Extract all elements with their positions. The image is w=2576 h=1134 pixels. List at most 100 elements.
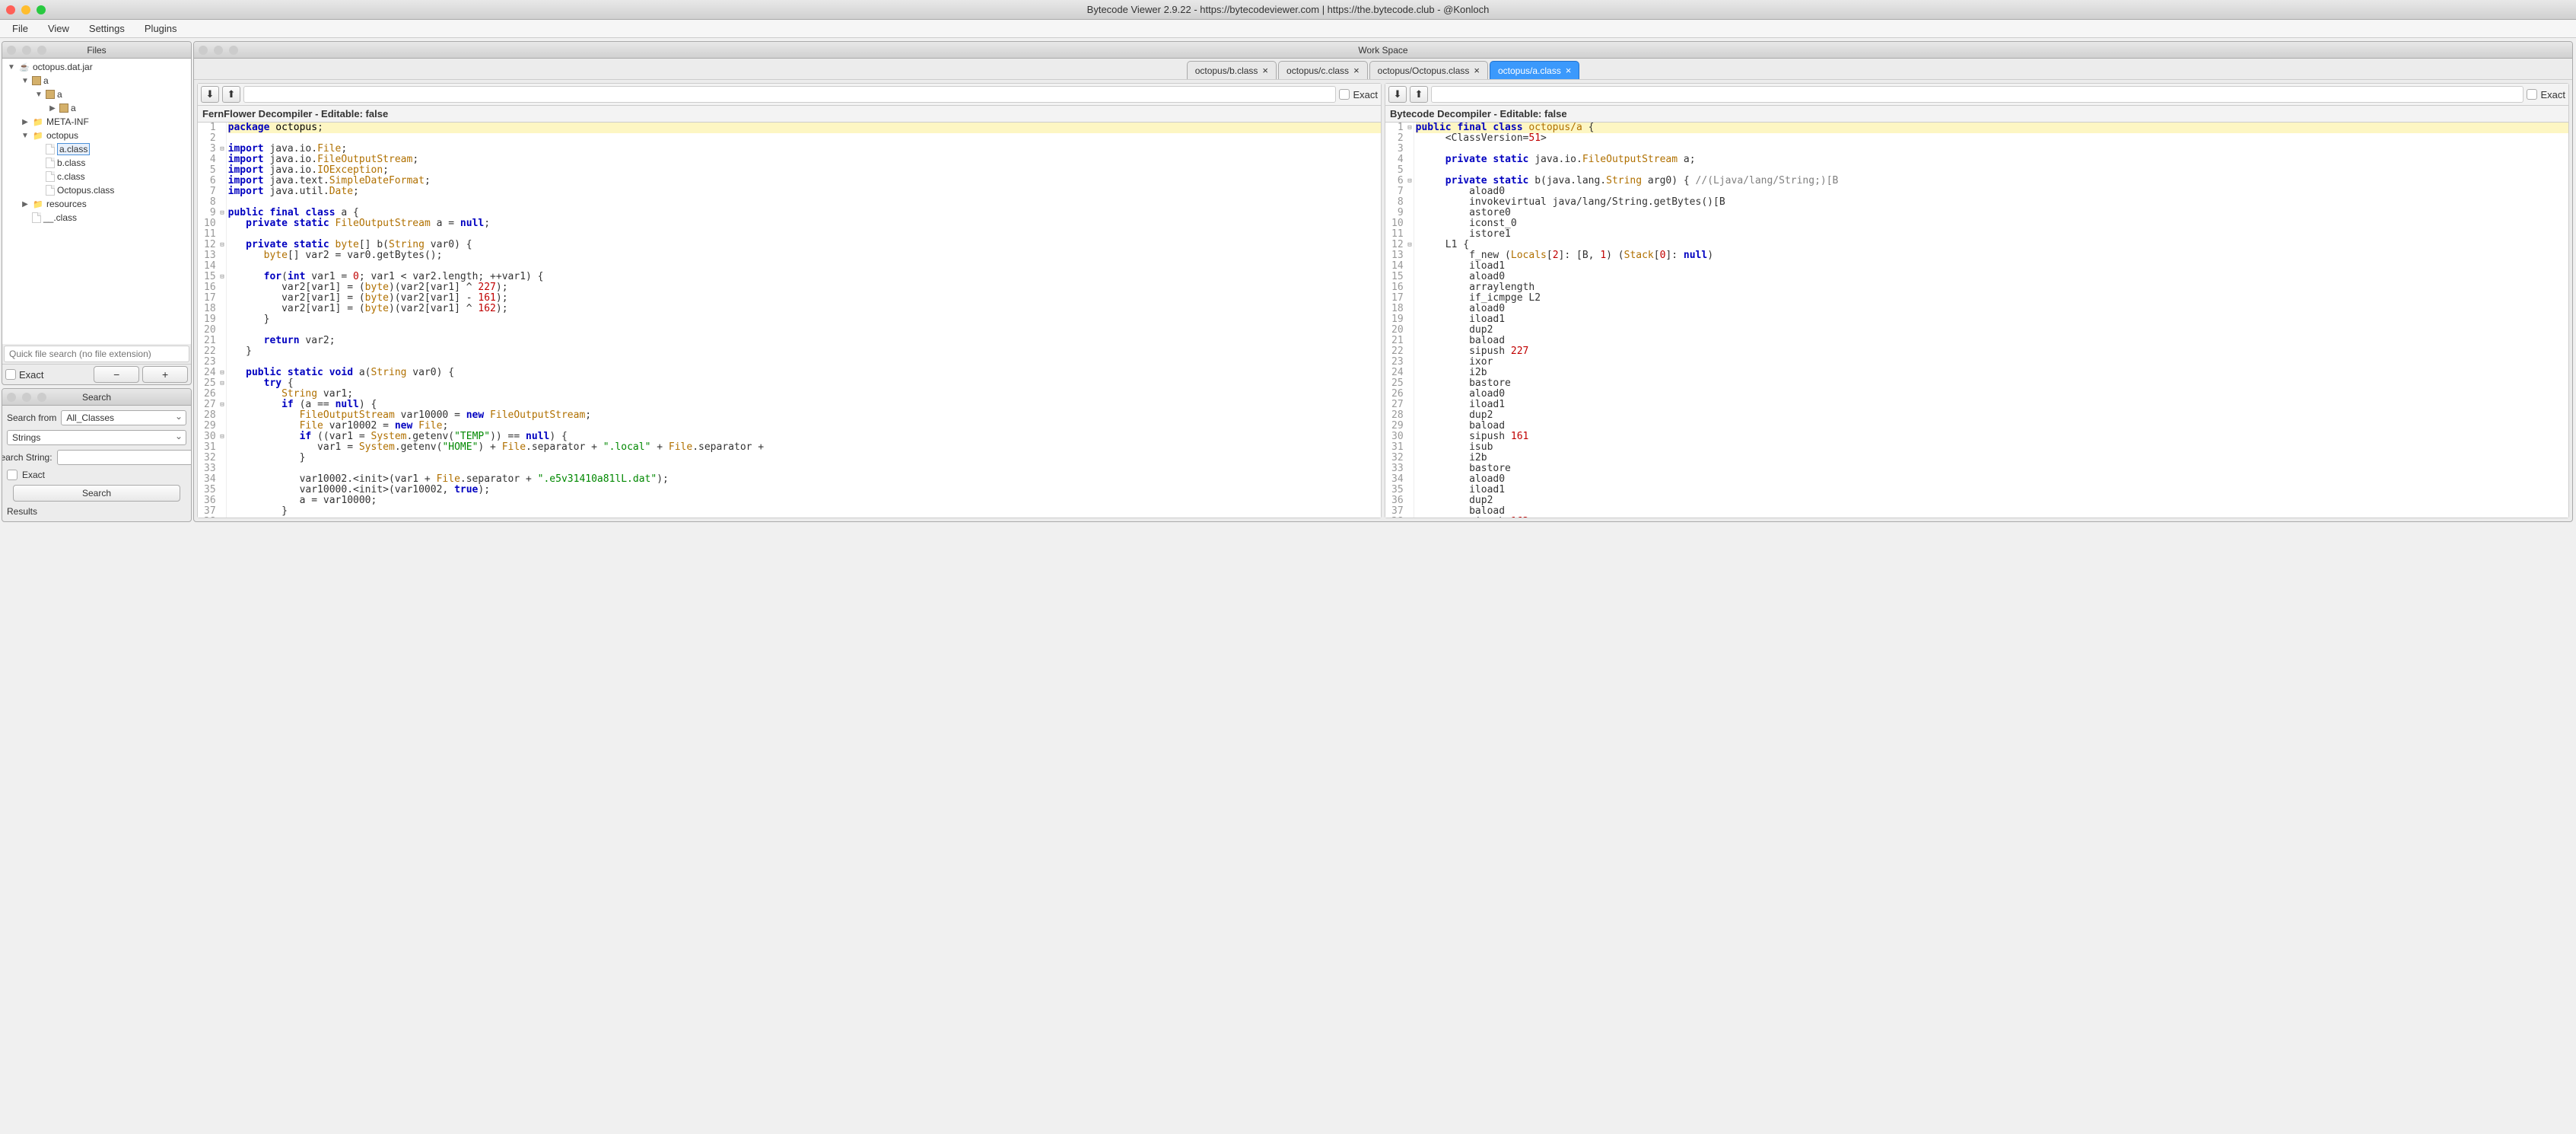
close-icon[interactable]: ×	[1353, 65, 1360, 76]
files-panel-close-button[interactable]	[7, 46, 16, 55]
search-from-label: Search from	[7, 413, 56, 423]
quick-file-search-input[interactable]	[4, 346, 189, 362]
close-window-button[interactable]	[6, 5, 15, 14]
folder-icon	[32, 198, 44, 210]
tree-toggle-icon[interactable]: ▼	[21, 77, 30, 85]
right-editor-panel: ⬇ ⬆ Exact Bytecode Decompiler - Editable…	[1385, 83, 2569, 518]
code-line: iconst_0	[1416, 218, 2568, 229]
editor-tab[interactable]: octopus/a.class×	[1490, 61, 1579, 79]
line-number: 7	[1391, 186, 1412, 197]
line-number: 17	[1391, 293, 1412, 304]
minimize-window-button[interactable]	[21, 5, 30, 14]
zoom-window-button[interactable]	[37, 5, 46, 14]
line-number: 26	[1391, 389, 1412, 400]
tree-toggle-icon[interactable]: ▶	[48, 104, 57, 113]
class-file-icon	[46, 185, 55, 196]
tree-toggle-icon[interactable]: ▼	[7, 63, 16, 72]
tree-collapse-button[interactable]: −	[94, 366, 139, 383]
left-code-area[interactable]: 123⊟456789⊟101112⊟131415⊟161718192021222…	[198, 123, 1381, 518]
menu-file[interactable]: File	[3, 21, 37, 37]
tree-node-label: a.class	[57, 143, 90, 155]
code-line: }	[228, 314, 1381, 325]
close-icon[interactable]: ×	[1262, 65, 1268, 76]
tree-node[interactable]: __.class	[2, 211, 191, 225]
right-code-area[interactable]: 1⊟23456⊟789101112⊟1314151617181920212223…	[1385, 123, 2568, 518]
tree-node[interactable]: ▼a	[2, 74, 191, 88]
menu-settings[interactable]: Settings	[80, 21, 134, 37]
editor-tab[interactable]: octopus/c.class×	[1278, 61, 1368, 79]
tree-node[interactable]: b.class	[2, 156, 191, 170]
line-number: 32	[204, 453, 224, 463]
tree-node-label: a	[43, 75, 49, 86]
code-line: iload1	[1416, 400, 2568, 410]
right-download-button[interactable]: ⬇	[1388, 86, 1407, 103]
code-line: aload0	[1416, 272, 2568, 282]
tab-label: octopus/Octopus.class	[1378, 65, 1470, 76]
tree-toggle-icon[interactable]: ▶	[21, 200, 30, 209]
line-number: 3	[1391, 144, 1412, 154]
line-number: 7	[204, 186, 224, 197]
tree-node-label: a	[57, 89, 62, 100]
code-line: dup2	[1416, 325, 2568, 336]
search-string-input[interactable]	[57, 450, 192, 465]
files-panel-zoom-button[interactable]	[37, 46, 46, 55]
files-exact-checkbox[interactable]	[5, 369, 16, 380]
tree-node[interactable]: a.class	[2, 142, 191, 156]
code-line: baload	[1416, 506, 2568, 517]
class-file-icon	[46, 158, 55, 168]
line-number: 21	[204, 336, 224, 346]
workspace-zoom-button[interactable]	[229, 46, 238, 55]
line-number: 14	[1391, 261, 1412, 272]
tree-toggle-icon[interactable]: ▼	[21, 132, 30, 140]
tree-node[interactable]: ▶ resources	[2, 197, 191, 211]
tree-node[interactable]: ▼octopus.dat.jar	[2, 60, 191, 74]
tree-node[interactable]: ▼a	[2, 88, 191, 101]
menu-view[interactable]: View	[39, 21, 78, 37]
left-upload-button[interactable]: ⬆	[222, 86, 240, 103]
workspace-close-button[interactable]	[199, 46, 208, 55]
right-exact-checkbox[interactable]	[2527, 89, 2537, 100]
files-tree[interactable]: ▼octopus.dat.jar▼a▼a▶a▶META-INF▼octopusa…	[2, 59, 191, 344]
right-upload-button[interactable]: ⬆	[1410, 86, 1428, 103]
search-panel-close-button[interactable]	[7, 393, 16, 402]
workspace-minimize-button[interactable]	[214, 46, 223, 55]
tree-node[interactable]: c.class	[2, 170, 191, 183]
code-line: byte[] var2 = var0.getBytes();	[228, 250, 1381, 261]
code-line: f_new (Locals[2]: [B, 1) (Stack[0]: null…	[1416, 250, 2568, 261]
tree-node-label: b.class	[57, 158, 85, 168]
close-icon[interactable]: ×	[1474, 65, 1480, 76]
menu-bar: File View Settings Plugins	[0, 20, 2576, 38]
tree-node[interactable]: ▼octopus	[2, 129, 191, 142]
tree-toggle-icon[interactable]: ▶	[21, 118, 30, 126]
window-traffic-lights	[6, 5, 46, 14]
menu-plugins[interactable]: Plugins	[135, 21, 186, 37]
search-panel-zoom-button[interactable]	[37, 393, 46, 402]
line-number: 14	[204, 261, 224, 272]
tree-node[interactable]: Octopus.class	[2, 183, 191, 197]
tree-node[interactable]: ▶META-INF	[2, 115, 191, 129]
line-number: 16	[1391, 282, 1412, 293]
search-type-select[interactable]: Strings	[7, 430, 186, 445]
line-number: 19	[1391, 314, 1412, 325]
line-number: 18	[1391, 304, 1412, 314]
tree-node-label: resources	[46, 199, 87, 209]
code-line: iload1	[1416, 261, 2568, 272]
left-exact-checkbox[interactable]	[1339, 89, 1350, 100]
code-line: i2b	[1416, 368, 2568, 378]
files-panel-minimize-button[interactable]	[22, 46, 31, 55]
search-panel-minimize-button[interactable]	[22, 393, 31, 402]
line-number: 2	[1391, 133, 1412, 144]
tree-toggle-icon[interactable]: ▼	[34, 91, 43, 99]
search-from-select[interactable]: All_Classes	[61, 410, 186, 425]
search-button[interactable]: Search	[13, 485, 180, 502]
editor-tab[interactable]: octopus/b.class×	[1187, 61, 1277, 79]
right-editor-search-input[interactable]	[1431, 86, 2524, 103]
left-download-button[interactable]: ⬇	[201, 86, 219, 103]
tree-expand-button[interactable]: +	[142, 366, 188, 383]
line-number: 1⊟	[1391, 123, 1412, 133]
close-icon[interactable]: ×	[1566, 65, 1572, 76]
editor-tab[interactable]: octopus/Octopus.class ×	[1369, 61, 1488, 79]
search-exact-checkbox[interactable]	[7, 470, 17, 480]
left-editor-search-input[interactable]	[243, 86, 1336, 103]
tree-node[interactable]: ▶a	[2, 101, 191, 115]
